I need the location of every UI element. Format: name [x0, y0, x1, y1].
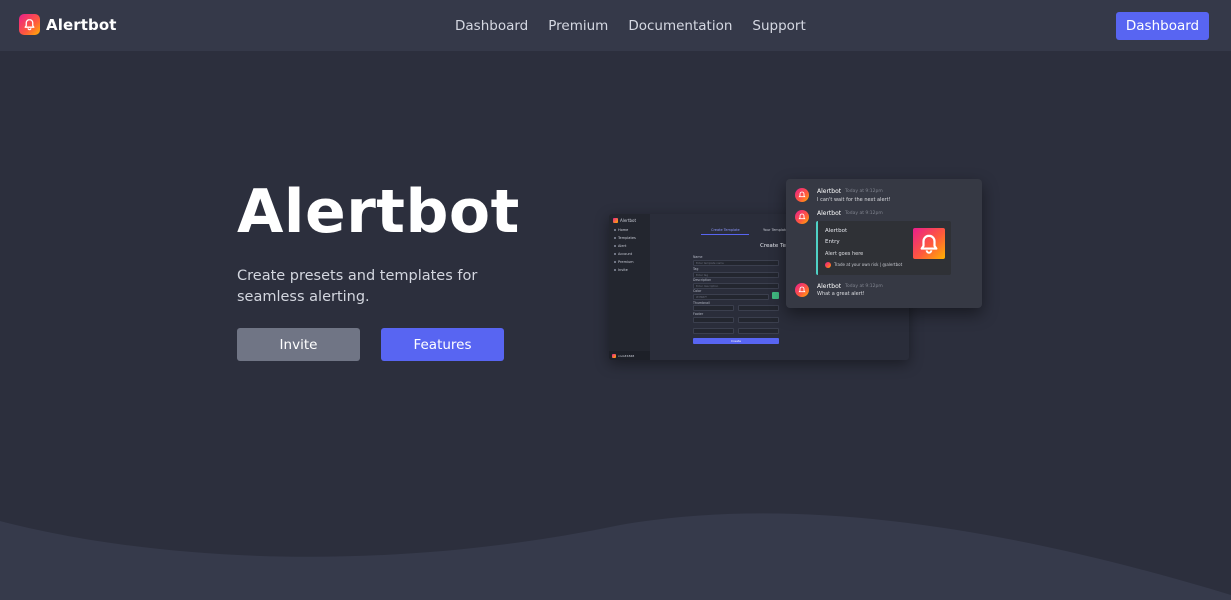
embed-footer-icon — [825, 262, 831, 268]
nav-link-premium[interactable]: Premium — [548, 18, 608, 34]
message-text: I can't wait for the next alert! — [817, 197, 891, 203]
message-time: Today at 9:12pm — [845, 284, 883, 289]
nav-link-documentation[interactable]: Documentation — [628, 18, 732, 34]
preview-color-swatch — [772, 292, 779, 299]
preview-user: cool#4848 — [609, 351, 650, 360]
preview-input — [738, 305, 779, 311]
preview-sidebar: Alertbot Home Templates Alert Account Pr… — [609, 214, 650, 360]
embed-footer: Trade at your own risk | @alertbot — [834, 262, 903, 267]
preview-input — [693, 328, 734, 334]
preview-label: Footer — [693, 312, 704, 316]
preview-side-item: Account — [614, 252, 632, 256]
preview-input — [738, 317, 779, 323]
message-time: Today at 9:12pm — [845, 189, 883, 194]
preview-input: Enter description — [693, 283, 779, 289]
hero-subtitle: Create presets and templates for seamles… — [237, 268, 478, 305]
navbar: Alertbot Dashboard Premium Documentation… — [0, 0, 1231, 51]
bell-logo-icon — [19, 14, 40, 35]
embed-title: Alertbot — [825, 228, 848, 234]
features-button[interactable]: Features — [381, 328, 504, 361]
alert-embed: Alertbot Entry Alert goes here Trade at … — [816, 221, 951, 275]
preview-side-item: Templates — [614, 236, 636, 240]
preview-input — [693, 305, 734, 311]
message-text: What a great alert! — [817, 291, 865, 297]
nav-link-support[interactable]: Support — [752, 18, 805, 34]
bot-avatar — [795, 188, 809, 202]
preview-label: Description — [693, 278, 712, 282]
bot-avatar — [795, 283, 809, 297]
bot-avatar — [795, 210, 809, 224]
preview-side-item: Home — [614, 228, 628, 232]
preview-input: Enter template name — [693, 260, 779, 266]
message-author: Alertbot — [817, 188, 842, 195]
brand[interactable]: Alertbot — [19, 14, 117, 35]
preview-brand-name: Alertbot — [620, 218, 637, 223]
embed-heading: Entry — [825, 239, 840, 245]
preview-input — [693, 317, 734, 323]
preview-logo-icon — [613, 218, 618, 223]
chat-preview: Alertbot Today at 9:12pm I can't wait fo… — [786, 179, 982, 308]
preview-tab: Create Template — [711, 228, 740, 232]
preview-input: #3fb87f — [693, 294, 769, 300]
preview-label: Color — [693, 289, 702, 293]
hero-title: Alertbot — [237, 177, 520, 247]
message-time: Today at 9:12pm — [845, 211, 883, 216]
decorative-wave — [0, 513, 1231, 600]
nav-link-dashboard[interactable]: Dashboard — [455, 18, 528, 34]
dashboard-button[interactable]: Dashboard — [1116, 12, 1209, 40]
embed-thumbnail-bell-icon — [913, 228, 945, 259]
preview-side-item: Alert — [614, 244, 626, 248]
embed-body: Alert goes here — [825, 251, 864, 257]
invite-button[interactable]: Invite — [237, 328, 360, 361]
message-author: Alertbot — [817, 210, 842, 217]
preview-tab-indicator — [701, 234, 749, 235]
nav-links: Dashboard Premium Documentation Support — [455, 0, 806, 51]
brand-name: Alertbot — [46, 15, 117, 34]
preview-brand: Alertbot — [613, 218, 636, 223]
message-author: Alertbot — [817, 283, 842, 290]
preview-create-button: Create — [693, 338, 779, 344]
preview-label: Tag — [693, 267, 699, 271]
preview-label: Name — [693, 255, 703, 259]
preview-side-item: Invite — [614, 268, 628, 272]
preview-input — [738, 328, 779, 334]
preview-side-item: Premium — [614, 260, 634, 264]
